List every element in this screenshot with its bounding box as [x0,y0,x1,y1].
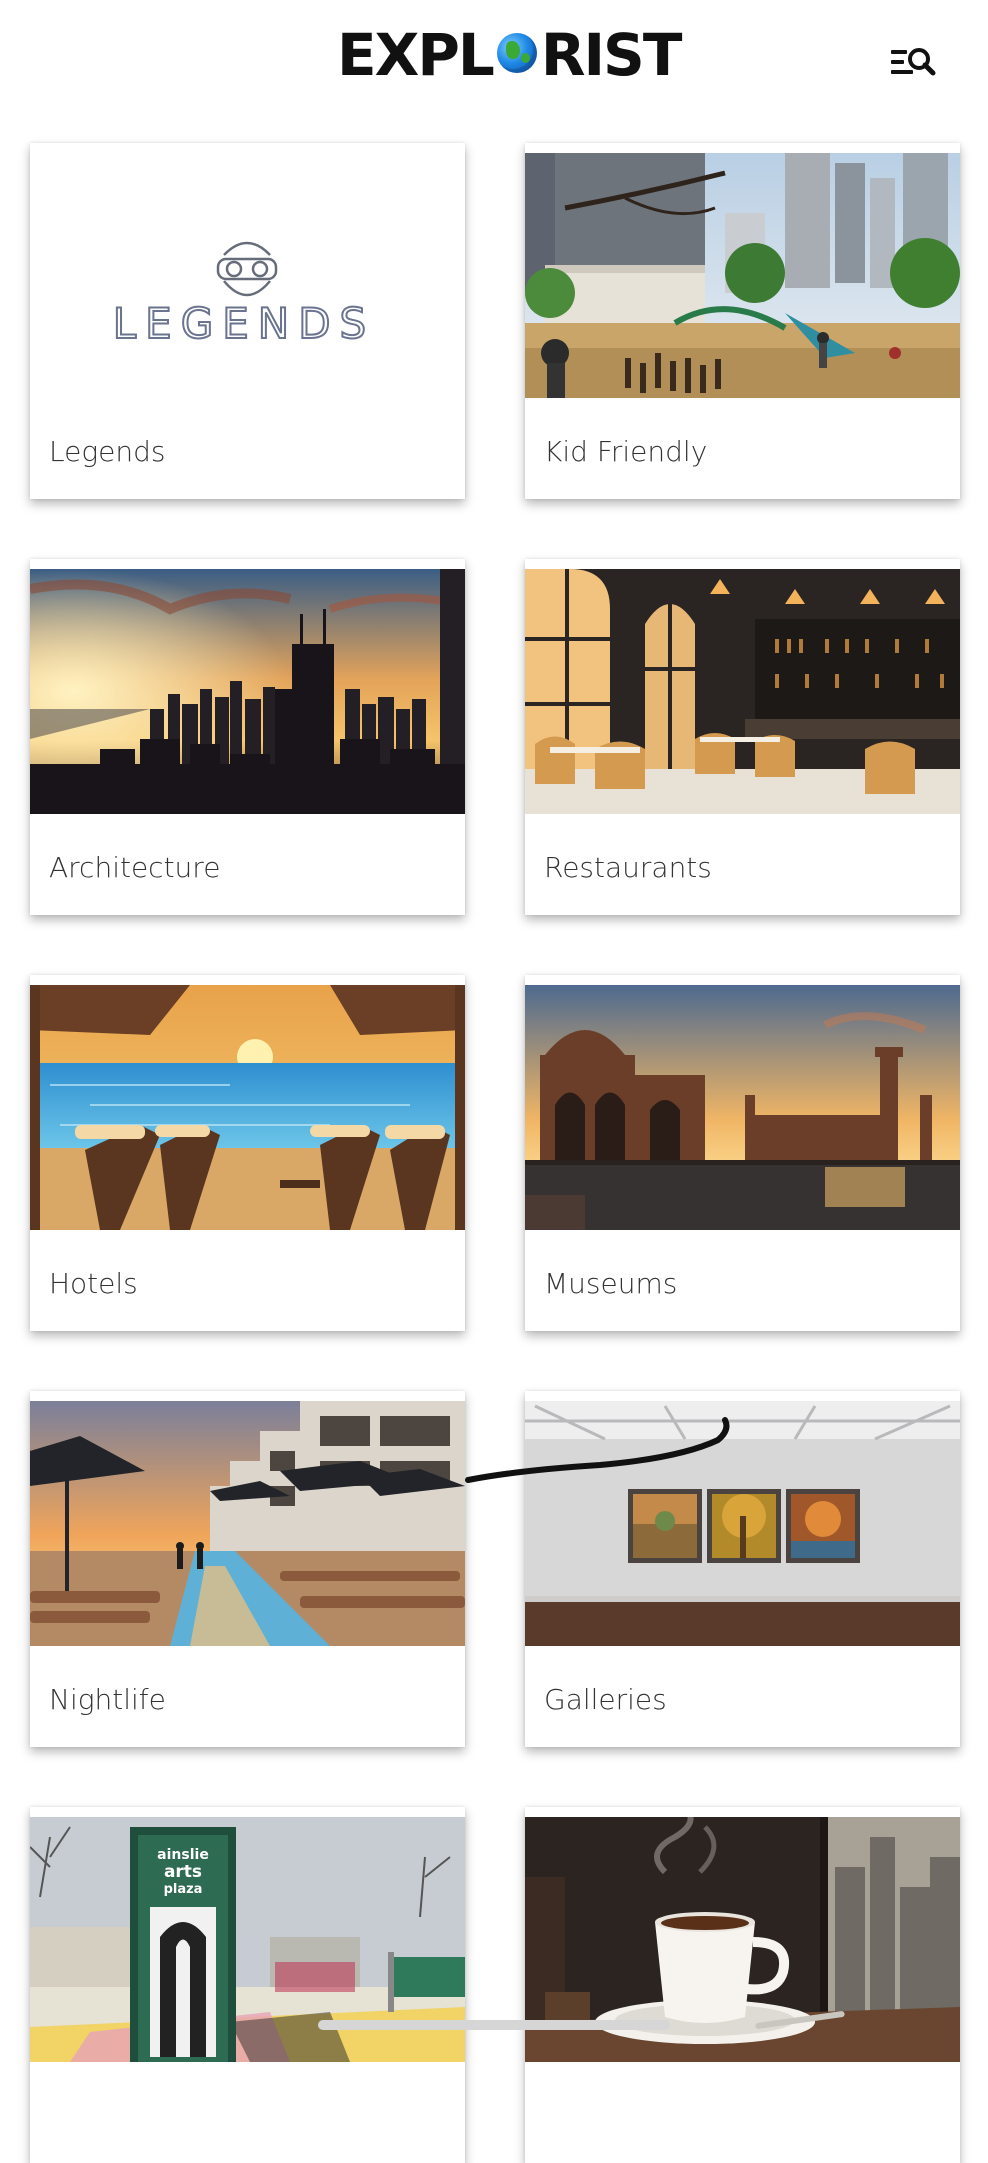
category-label: Architecture [49,851,221,884]
legends-logo-image: LEGENDS [30,153,465,398]
category-label: Restaurants [544,851,712,884]
category-card-architecture[interactable]: Architecture [30,559,465,915]
category-card-museums[interactable]: Museums [525,975,960,1331]
category-card-arts-plaza[interactable]: ainslie arts plaza [30,1807,465,2163]
category-card-kid-friendly[interactable]: Kid Friendly [525,143,960,499]
skyline-sunset-image [30,569,465,814]
category-label: Museums [544,1267,678,1300]
category-card-restaurants[interactable]: Restaurants [525,559,960,915]
gallery-paintings-image [525,1401,960,1646]
palace-of-arts-image [525,985,960,1230]
category-label: Legends [49,435,166,468]
beach-loungers-image [30,985,465,1230]
category-grid: LEGENDS Legends Kid Friendly Architectur… [0,0,988,2163]
restaurant-interior-image [525,569,960,814]
category-label: Hotels [49,1267,138,1300]
category-label: Nightlife [49,1683,166,1716]
svg-text:arts: arts [164,1862,202,1882]
category-label: Galleries [544,1683,667,1716]
category-card-nightlife[interactable]: Nightlife [30,1391,465,1747]
city-playground-image [525,153,960,398]
legends-logo-text: LEGENDS [113,299,375,348]
category-card-hotels[interactable]: Hotels [30,975,465,1331]
category-label: Kid Friendly [544,435,708,468]
svg-text:plaza: plaza [164,1882,203,1897]
category-card-legends[interactable]: LEGENDS Legends [30,143,465,499]
hotel-pool-sunset-image [30,1401,465,1646]
svg-text:ainslie: ainslie [157,1847,209,1863]
home-indicator[interactable] [318,2020,670,2030]
category-card-galleries[interactable]: Galleries [525,1391,960,1747]
category-card-coffee[interactable] [525,1807,960,2163]
